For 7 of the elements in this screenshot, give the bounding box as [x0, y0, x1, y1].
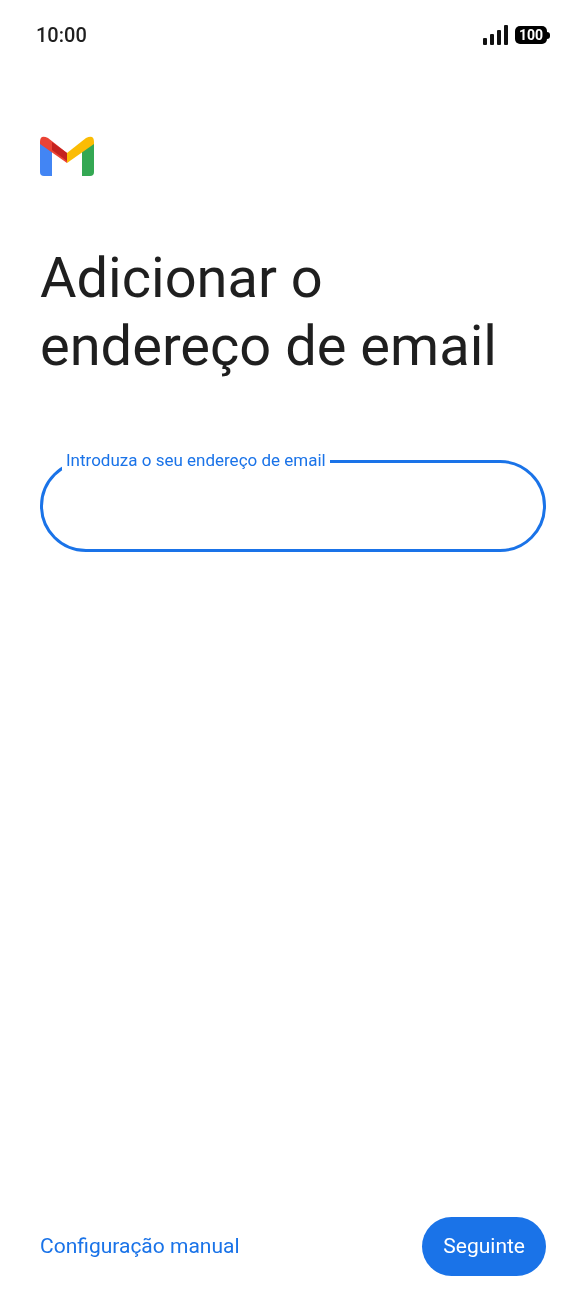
manual-setup-link[interactable]: Configuração manual: [40, 1230, 240, 1263]
battery-indicator: 100: [514, 26, 547, 44]
signal-icon: [482, 25, 509, 45]
page-title: Adicionar o endereço de email: [39, 244, 498, 380]
status-time: 10:00: [36, 22, 87, 49]
mail-logo: [40, 136, 94, 176]
next-button[interactable]: Seguinte: [422, 1217, 546, 1276]
